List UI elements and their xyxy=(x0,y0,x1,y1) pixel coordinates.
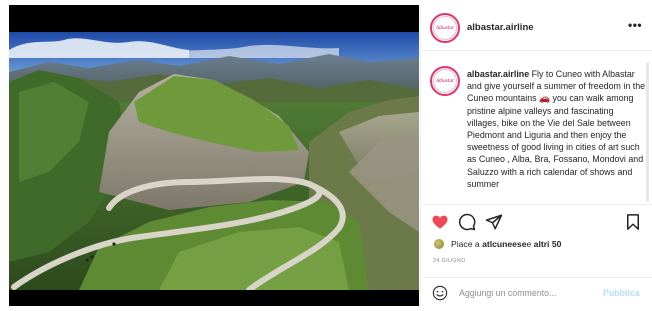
likes-middle: e xyxy=(526,239,532,249)
post-header: Albastar albastar.airline ••• xyxy=(421,5,652,51)
caption-avatar[interactable]: Albastar xyxy=(430,66,460,96)
caption-area: Albastar albastar.airline Fly to Cuneo w… xyxy=(421,52,652,204)
likes-summary: Piace a atlcuneese e altri 50 xyxy=(433,237,561,251)
post-date[interactable]: 24 GIUGNO xyxy=(433,258,466,264)
header-username[interactable]: albastar.airline xyxy=(467,22,534,33)
caption-text: Fly to Cuneo with Albastar and give your… xyxy=(467,69,646,189)
post-caption: albastar.airline Fly to Cuneo with Albas… xyxy=(467,68,647,190)
post-actions xyxy=(421,204,652,237)
more-dots-icon[interactable]: ••• xyxy=(628,18,642,32)
bookmark-icon[interactable] xyxy=(624,213,642,231)
comment-bubble-icon[interactable] xyxy=(458,213,476,231)
avatar-logo-text: Albastar xyxy=(433,16,457,40)
likes-user-link[interactable]: atlcuneese xyxy=(482,239,526,249)
liker-avatar[interactable] xyxy=(433,238,445,250)
paper-plane-icon[interactable] xyxy=(485,213,503,231)
caption-scrollbar[interactable] xyxy=(646,62,649,202)
mountain-road-photo xyxy=(9,32,419,290)
publish-button[interactable]: Pubblica xyxy=(603,288,640,298)
likes-prefix: Piace a xyxy=(451,239,480,249)
instagram-post-modal: Albastar albastar.airline ••• Albastar a… xyxy=(0,0,652,311)
comment-input[interactable] xyxy=(459,286,589,300)
account-avatar[interactable]: Albastar xyxy=(430,13,460,43)
caption-avatar-logo-text: Albastar xyxy=(433,69,457,93)
heart-icon[interactable] xyxy=(431,213,449,231)
post-media[interactable] xyxy=(9,5,419,306)
caption-username[interactable]: albastar.airline xyxy=(467,69,529,79)
comment-bar: Pubblica xyxy=(421,277,652,306)
post-side-panel: Albastar albastar.airline ••• Albastar a… xyxy=(420,5,652,306)
smiley-icon[interactable] xyxy=(432,285,448,301)
likes-others-link[interactable]: altri 50 xyxy=(534,239,562,249)
